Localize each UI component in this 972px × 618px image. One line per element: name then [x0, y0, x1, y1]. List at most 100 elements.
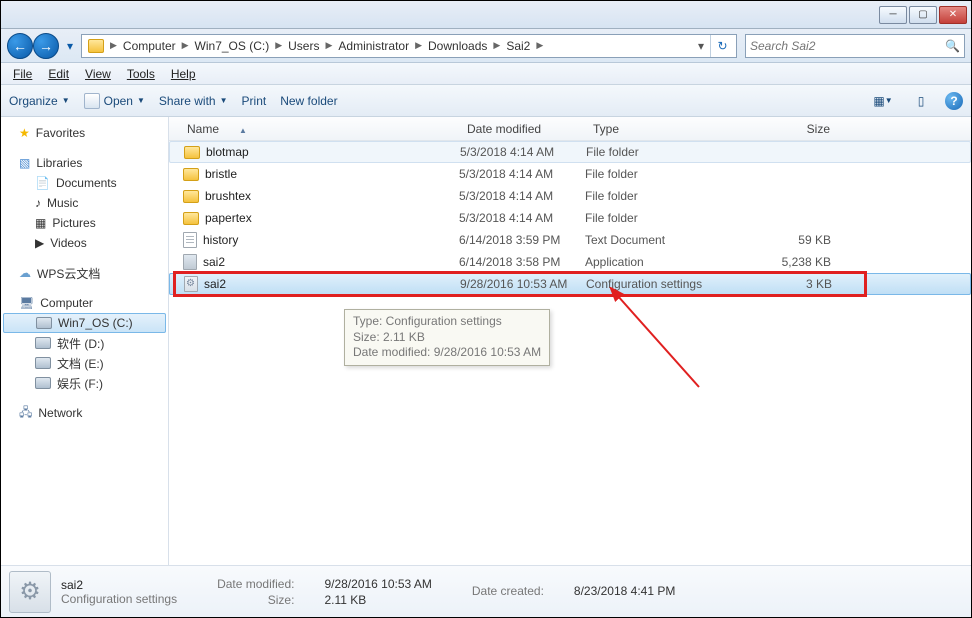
search-input[interactable] — [750, 39, 945, 53]
chevron-right-icon[interactable]: ▶ — [180, 40, 191, 51]
help-icon[interactable]: ? — [945, 92, 963, 110]
file-row[interactable]: bristle5/3/2018 4:14 AMFile folder — [169, 163, 971, 185]
file-row[interactable]: history6/14/2018 3:59 PMText Document59 … — [169, 229, 971, 251]
details-size-value: 2.11 KB — [324, 593, 431, 607]
breadcrumb-drive[interactable]: Win7_OS (C:) — [191, 35, 274, 57]
details-filename: sai2 — [61, 578, 177, 592]
address-bar[interactable]: ▶ Computer ▶ Win7_OS (C:) ▶ Users ▶ Admi… — [81, 34, 737, 58]
address-dropdown[interactable]: ▾ — [692, 39, 710, 53]
chevron-right-icon[interactable]: ▶ — [273, 40, 284, 51]
star-icon: ★ — [19, 126, 30, 140]
file-date: 5/3/2018 4:14 AM — [460, 145, 586, 159]
drive-icon — [35, 357, 51, 369]
file-name: history — [203, 233, 238, 247]
menu-tools[interactable]: Tools — [119, 65, 163, 83]
file-icon — [183, 254, 197, 270]
nav-forward-button[interactable]: → — [33, 33, 59, 59]
nav-network[interactable]: 🖧Network — [1, 403, 168, 423]
col-name[interactable]: Name▲ — [169, 122, 459, 136]
nav-favorites[interactable]: ★Favorites — [1, 123, 168, 143]
share-button[interactable]: Share with ▼ — [159, 94, 228, 108]
breadcrumb-sai2[interactable]: Sai2 — [502, 35, 534, 57]
toolbar: Organize ▼ Open ▼ Share with ▼ Print New… — [1, 85, 971, 117]
col-type[interactable]: Type — [585, 122, 759, 136]
nav-pictures[interactable]: ▦Pictures — [1, 213, 168, 233]
print-button[interactable]: Print — [242, 94, 267, 108]
file-icon — [183, 232, 197, 248]
menu-view[interactable]: View — [77, 65, 119, 83]
menu-help[interactable]: Help — [163, 65, 204, 83]
file-date: 5/3/2018 4:14 AM — [459, 189, 585, 203]
col-date[interactable]: Date modified — [459, 122, 585, 136]
close-button[interactable]: ✕ — [939, 6, 967, 24]
cloud-icon: ☁ — [19, 266, 31, 280]
open-button[interactable]: Open ▼ — [84, 93, 145, 109]
details-filetype: Configuration settings — [61, 592, 177, 606]
nav-drive-c[interactable]: Win7_OS (C:) — [3, 313, 166, 333]
maximize-button[interactable]: ▢ — [909, 6, 937, 24]
refresh-button[interactable]: ↻ — [710, 35, 734, 57]
file-type: File folder — [585, 189, 759, 203]
network-icon: 🖧 — [19, 403, 32, 424]
menu-file[interactable]: File — [5, 65, 40, 83]
menubar: File Edit View Tools Help — [1, 63, 971, 85]
pictures-icon: ▦ — [35, 216, 46, 230]
file-date: 6/14/2018 3:59 PM — [459, 233, 585, 247]
chevron-right-icon[interactable]: ▶ — [108, 40, 119, 51]
nav-back-button[interactable]: ← — [7, 33, 33, 59]
nav-videos[interactable]: ▶Videos — [1, 233, 168, 253]
search-icon[interactable]: 🔍 — [945, 39, 960, 53]
details-modified-label: Date modified: — [217, 577, 294, 591]
breadcrumb-admin[interactable]: Administrator — [334, 35, 413, 57]
nav-drive-d[interactable]: 软件 (D:) — [1, 333, 168, 353]
folder-icon — [183, 212, 199, 225]
nav-libraries[interactable]: ▧Libraries — [1, 153, 168, 173]
videos-icon: ▶ — [35, 236, 44, 250]
nav-computer[interactable]: 🖥Computer — [1, 293, 168, 313]
file-row[interactable]: papertex5/3/2018 4:14 AMFile folder — [169, 207, 971, 229]
details-pane: ⚙ sai2 Configuration settings Date modif… — [1, 565, 971, 617]
search-box[interactable]: 🔍 — [745, 34, 965, 58]
column-headers: Name▲ Date modified Type Size — [169, 117, 971, 141]
file-date: 6/14/2018 3:58 PM — [459, 255, 585, 269]
breadcrumb-computer[interactable]: Computer — [119, 35, 180, 57]
library-icon: ▧ — [19, 156, 30, 170]
file-name: blotmap — [206, 145, 249, 159]
breadcrumb-users[interactable]: Users — [284, 35, 323, 57]
file-name: sai2 — [204, 277, 226, 291]
chevron-right-icon[interactable]: ▶ — [534, 40, 545, 51]
file-type-icon: ⚙ — [9, 571, 51, 613]
file-list-pane: Name▲ Date modified Type Size blotmap 5/3… — [169, 117, 971, 565]
file-name: brushtex — [205, 189, 251, 203]
nav-drive-e[interactable]: 文档 (E:) — [1, 353, 168, 373]
folder-icon — [183, 190, 199, 203]
view-options-button[interactable]: ▦ ▼ — [869, 90, 897, 112]
chevron-right-icon[interactable]: ▶ — [491, 40, 502, 51]
drive-icon — [35, 377, 51, 389]
breadcrumb-downloads[interactable]: Downloads — [424, 35, 491, 57]
file-date: 9/28/2016 10:53 AM — [460, 277, 586, 291]
nav-history-dropdown[interactable]: ▾ — [63, 33, 77, 59]
nav-documents[interactable]: 📄Documents — [1, 173, 168, 193]
chevron-right-icon[interactable]: ▶ — [413, 40, 424, 51]
file-row[interactable]: sai26/14/2018 3:58 PMApplication5,238 KB — [169, 251, 971, 273]
file-date: 5/3/2018 4:14 AM — [459, 211, 585, 225]
nav-music[interactable]: ♪Music — [1, 193, 168, 213]
file-icon — [184, 276, 198, 292]
titlebar: ─ ▢ ✕ — [1, 1, 971, 29]
file-date: 5/3/2018 4:14 AM — [459, 167, 585, 181]
file-size: 3 KB — [760, 277, 840, 291]
col-size[interactable]: Size — [759, 122, 839, 136]
new-folder-button[interactable]: New folder — [280, 94, 337, 108]
organize-button[interactable]: Organize ▼ — [9, 94, 70, 108]
nav-drive-f[interactable]: 娱乐 (F:) — [1, 373, 168, 393]
file-row[interactable]: sai29/28/2016 10:53 AMConfiguration sett… — [169, 273, 971, 295]
minimize-button[interactable]: ─ — [879, 6, 907, 24]
file-type: File folder — [585, 211, 759, 225]
file-row[interactable]: blotmap5/3/2018 4:14 AMFile folder — [169, 141, 971, 163]
chevron-right-icon[interactable]: ▶ — [323, 40, 334, 51]
file-row[interactable]: brushtex 5/3/2018 4:14 AMFile folder — [169, 185, 971, 207]
menu-edit[interactable]: Edit — [40, 65, 77, 83]
nav-wps[interactable]: ☁WPS云文档 — [1, 263, 168, 283]
preview-pane-button[interactable]: ▯ — [907, 90, 935, 112]
